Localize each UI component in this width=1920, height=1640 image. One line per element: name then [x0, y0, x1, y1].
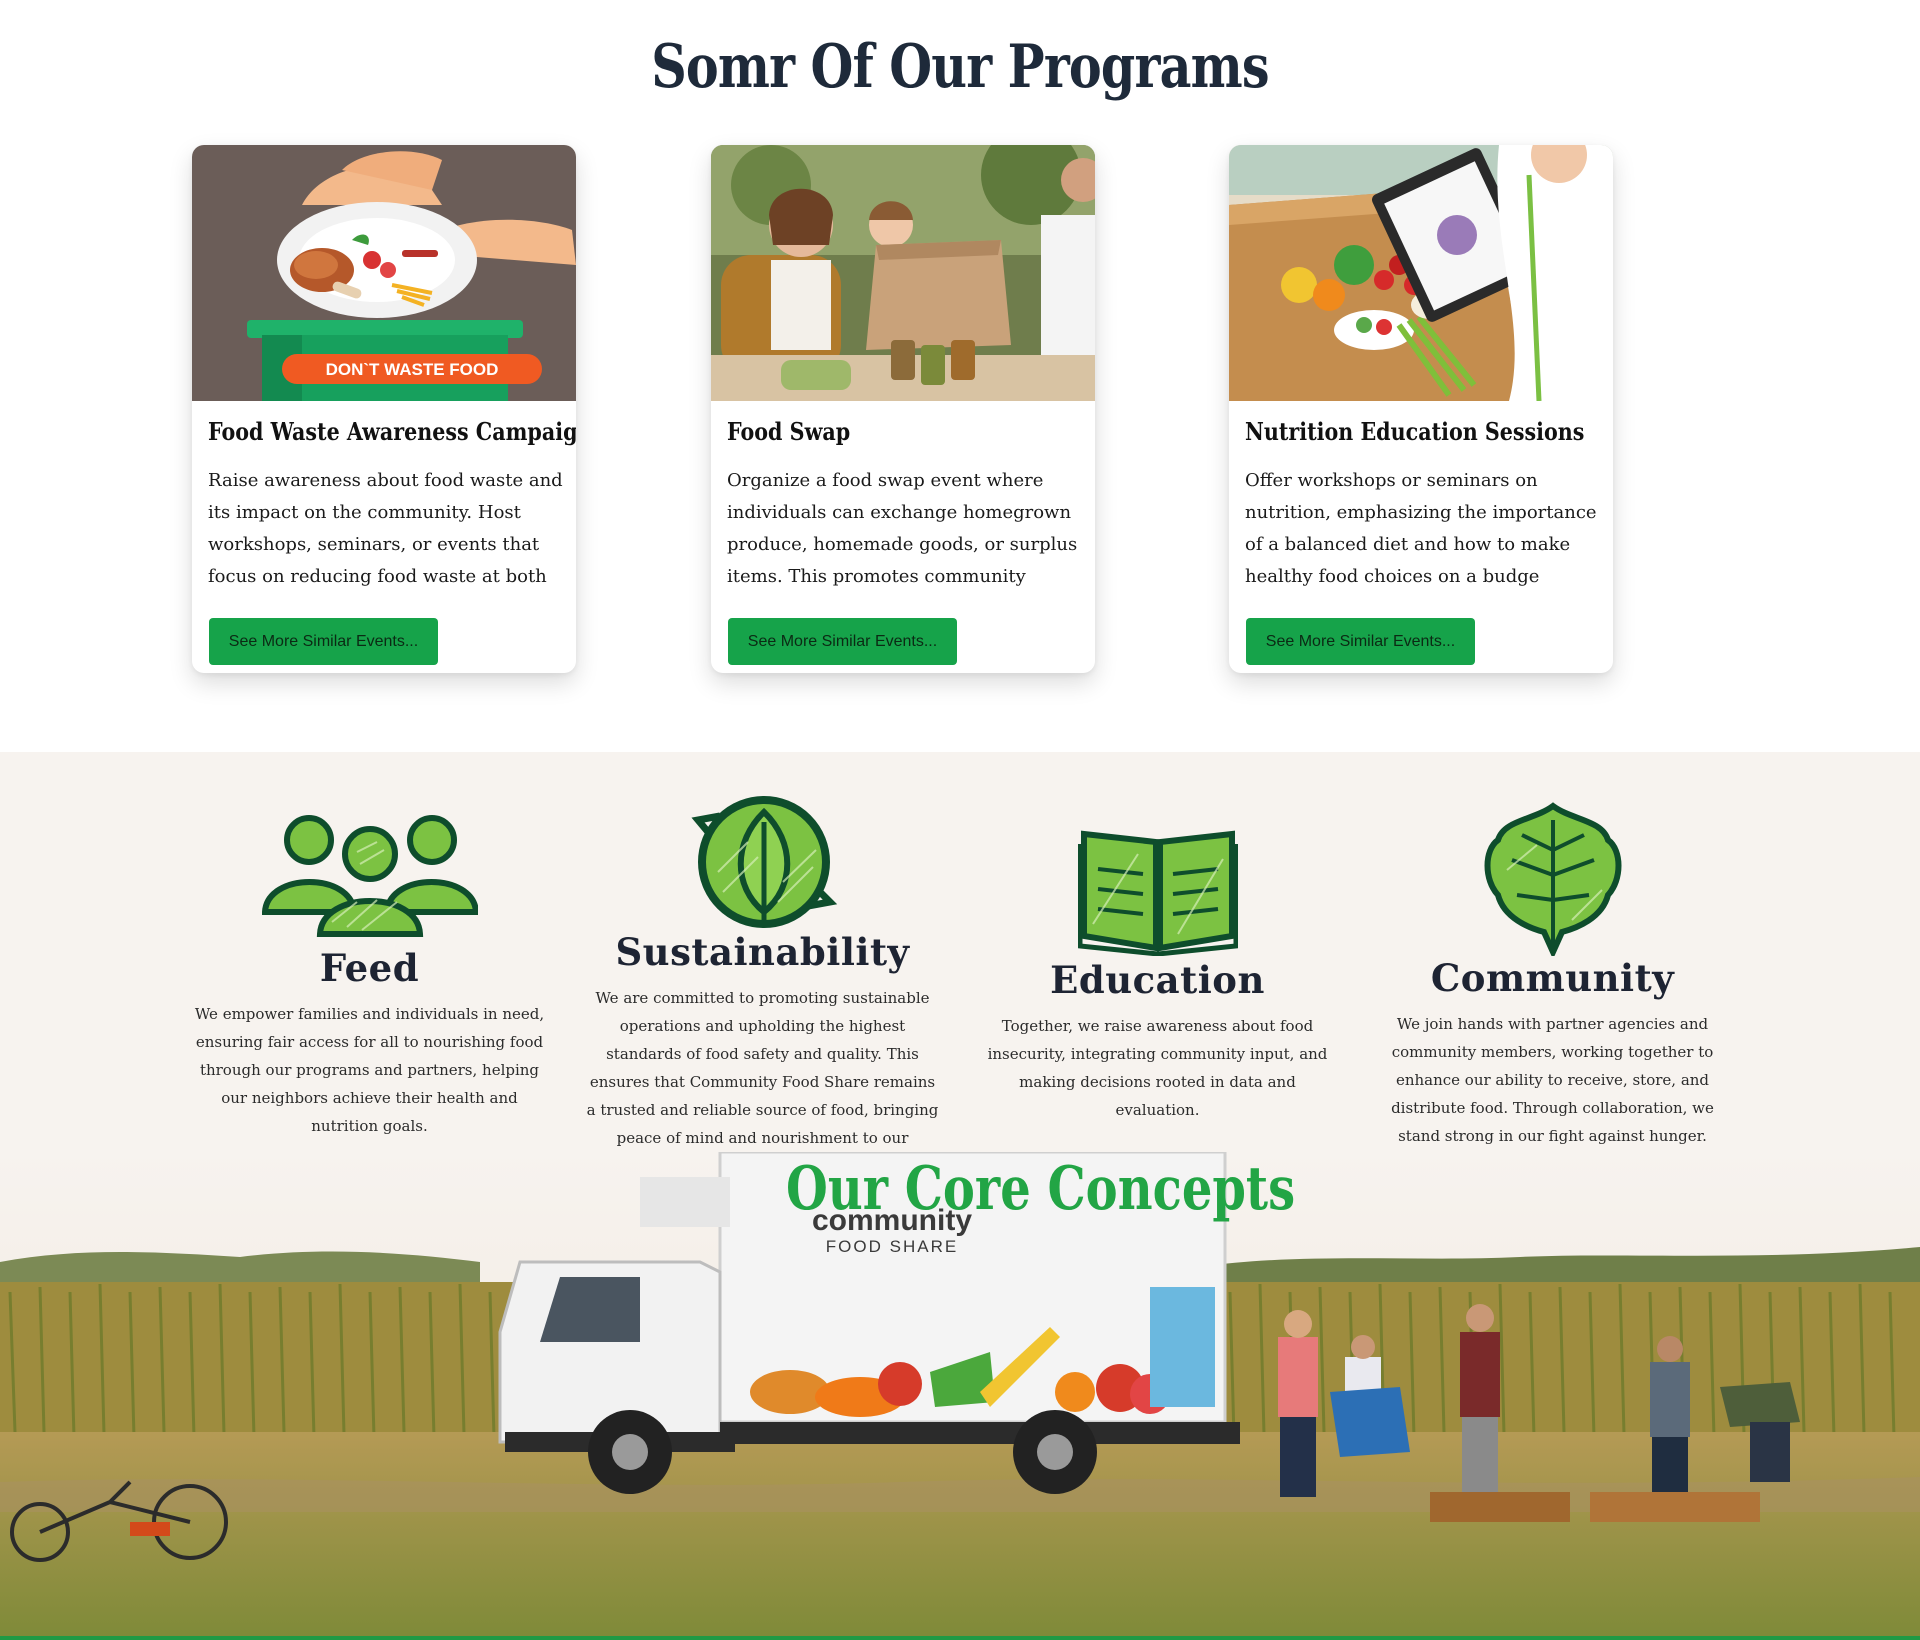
nutrition-education-photo [1229, 145, 1613, 401]
core-concepts-section: Feed We empower families and individuals… [0, 752, 1920, 1640]
concept-education: Education Together, we raise awareness a… [980, 824, 1335, 1124]
recycle-leaf-icon [690, 796, 837, 928]
people-group-icon [261, 815, 478, 937]
concept-feed: Feed We empower families and individuals… [192, 812, 547, 1140]
see-more-events-button[interactable]: See More Similar Events... [209, 618, 438, 665]
program-card-nutrition: Nutrition Education Sessions Offer works… [1229, 145, 1613, 673]
concept-title: Feed [319, 946, 420, 990]
card-title: Nutrition Education Sessions [1245, 417, 1585, 446]
concept-community: Community We join hands with partner age… [1375, 800, 1730, 1150]
card-title: Food Waste Awareness Campaign [208, 417, 576, 446]
program-card-food-swap: Food Swap Organize a food swap event whe… [711, 145, 1095, 673]
food-swap-photo [711, 145, 1095, 401]
concept-description: Together, we raise awareness about food … [987, 1017, 1328, 1119]
see-more-events-button[interactable]: See More Similar Events... [1246, 618, 1475, 665]
dont-waste-food-illustration: DON`T WASTE FOOD [192, 145, 576, 401]
concept-description: We join hands with partner agencies and … [1391, 1015, 1714, 1145]
concept-description: We are committed to promoting sustainabl… [586, 989, 939, 1175]
card-description: Raise awareness about food waste and its… [208, 470, 563, 587]
card-description: Organize a food swap event where individ… [727, 470, 1078, 587]
leaf-icon [1484, 802, 1621, 956]
see-more-events-button[interactable]: See More Similar Events... [728, 618, 957, 665]
concept-title: Sustainability [615, 930, 910, 974]
programs-heading: Somr Of Our Programs [651, 32, 1269, 102]
program-cards: DON`T WASTE FOOD Food Waste Awareness Ca… [192, 145, 1613, 675]
food-truck-field-photo: community FOOD SHARE [0, 1152, 1920, 1640]
truck-logo-subtext: FOOD SHARE [826, 1237, 958, 1256]
open-book-icon [1077, 830, 1238, 956]
concept-title: Education [1050, 958, 1265, 1002]
card-description: Offer workshops or seminars on nutrition… [1245, 470, 1597, 587]
concept-title: Community [1430, 956, 1675, 1000]
program-card-food-waste: DON`T WASTE FOOD Food Waste Awareness Ca… [192, 145, 576, 673]
core-concepts-heading: Our Core Concepts [786, 1154, 1296, 1224]
dont-waste-food-text: DON`T WASTE FOOD [326, 360, 499, 379]
footer-divider [0, 1636, 1920, 1640]
concept-sustainability: Sustainability We are committed to promo… [585, 792, 940, 1180]
card-title: Food Swap [727, 417, 851, 446]
concept-description: We empower families and individuals in n… [194, 1005, 545, 1135]
programs-section: Somr Of Our Programs DON`T WASTE FOOD Fo… [0, 0, 1920, 752]
